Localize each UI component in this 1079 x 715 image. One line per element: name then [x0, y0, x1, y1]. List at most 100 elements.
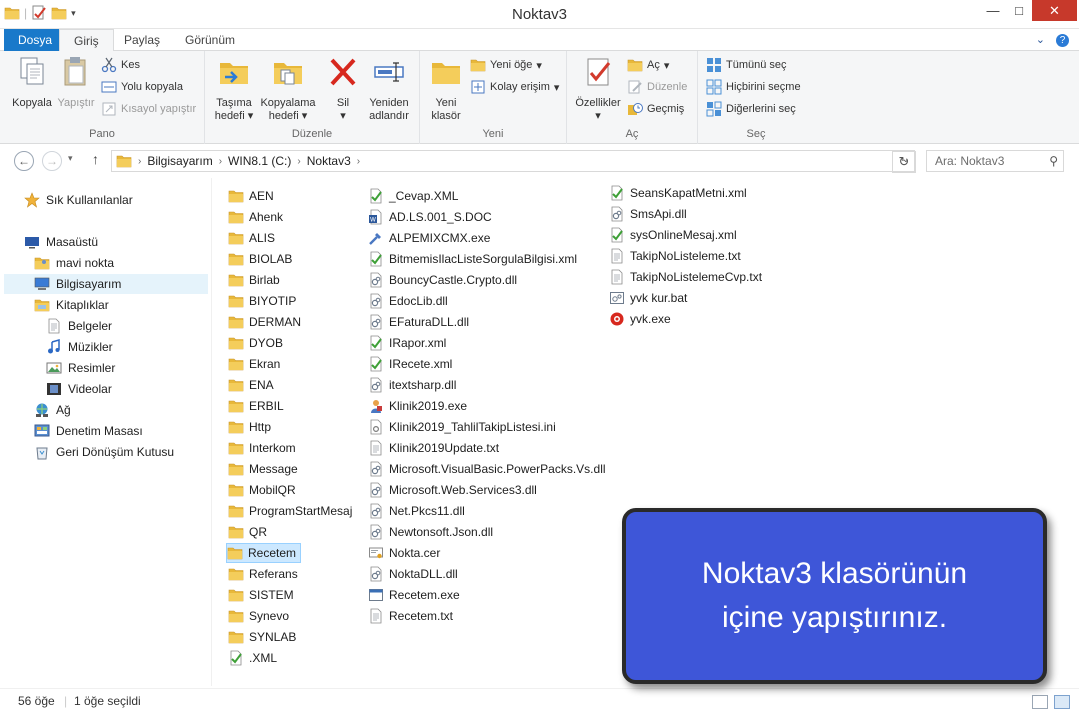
file-item[interactable]: Recetem.txt [368, 606, 453, 626]
folder-item[interactable]: Ahenk [228, 207, 283, 227]
chevron-right-icon[interactable]: › [357, 156, 360, 167]
back-button[interactable]: ← [14, 151, 34, 171]
address-bar[interactable]: › Bilgisayarım › WIN8.1 (C:) › Noktav3 ›… [111, 150, 915, 172]
open-button[interactable]: Aç ▾ [627, 55, 669, 75]
invert-selection-button[interactable]: Diğerlerini seç [706, 99, 796, 119]
search-input[interactable]: Ara: Noktav3 ⚲ [926, 150, 1064, 172]
select-all-button[interactable]: Tümünü seç [706, 55, 787, 75]
folder-item[interactable]: BIOLAB [228, 249, 292, 269]
forward-button[interactable]: → [42, 151, 62, 171]
file-item[interactable]: itextsharp.dll [368, 375, 456, 395]
file-item[interactable]: yvk kur.bat [609, 288, 687, 308]
breadcrumb-folder[interactable]: Noktav3 [307, 154, 351, 168]
file-item[interactable]: IRapor.xml [368, 333, 446, 353]
file-item[interactable]: .XML [228, 648, 277, 668]
move-to-button[interactable]: Taşıma hedefi ▾ [209, 55, 259, 123]
file-item[interactable]: Klinik2019_TahlilTakipListesi.ini [368, 417, 556, 437]
minimize-button[interactable]: — [980, 0, 1006, 21]
folder-item[interactable]: Http [228, 417, 271, 437]
copy-path-button[interactable]: Yolu kopyala [101, 77, 183, 97]
folder-item[interactable]: Ekran [228, 354, 280, 374]
folder-item[interactable]: Interkom [228, 438, 296, 458]
recent-locations-icon[interactable]: ▾ [68, 153, 73, 164]
file-item[interactable]: SeansKapatMetni.xml [609, 183, 747, 203]
tab-share[interactable]: Paylaş [110, 29, 174, 51]
folder-item[interactable]: SISTEM [228, 585, 294, 605]
easy-access-button[interactable]: Kolay erişim ▾ [470, 77, 559, 97]
folder-item[interactable]: DERMAN [228, 312, 301, 332]
select-none-button[interactable]: Hiçbirini seçme [706, 77, 801, 97]
cut-button[interactable]: Kes [101, 55, 140, 75]
nav-recycle-bin[interactable]: Geri Dönüşüm Kutusu [34, 442, 174, 462]
help-icon[interactable]: ? [1056, 34, 1069, 47]
file-item[interactable]: Net.Pkcs11.dll [368, 501, 465, 521]
ribbon-expand-icon[interactable]: ⌄ [1036, 34, 1045, 46]
folder-item[interactable]: DYOB [228, 333, 283, 353]
nav-control-panel[interactable]: Denetim Masası [34, 421, 143, 441]
folder-item[interactable]: SYNLAB [228, 627, 296, 647]
refresh-button[interactable]: ↻ [892, 151, 916, 173]
nav-desktop[interactable]: Masaüstü [24, 232, 98, 252]
file-item[interactable]: TakipNoListelemeCvp.txt [609, 267, 762, 287]
folder-item[interactable]: ERBIL [228, 396, 284, 416]
nav-favorites[interactable]: Sık Kullanılanlar [24, 190, 133, 210]
folder-item[interactable]: AEN [228, 186, 274, 206]
file-item[interactable]: EFaturaDLL.dll [368, 312, 469, 332]
file-item[interactable]: Nokta.cer [368, 543, 440, 563]
paste-button[interactable]: Yapıştır [54, 55, 98, 110]
file-item[interactable]: EdocLib.dll [368, 291, 448, 311]
chevron-right-icon[interactable]: › [138, 156, 141, 167]
nav-network[interactable]: Ağ [34, 400, 71, 420]
rename-button[interactable]: Yeniden adlandır [363, 55, 415, 123]
file-item[interactable]: Microsoft.Web.Services3.dll [368, 480, 537, 500]
delete-button[interactable]: Sil ▾ [323, 55, 363, 123]
folder-item[interactable]: QR [228, 522, 267, 542]
folder-item[interactable]: MobilQR [228, 480, 296, 500]
tab-file[interactable]: Dosya [4, 29, 67, 51]
folder-item[interactable]: Synevo [228, 606, 289, 626]
copy-to-button[interactable]: Kopyalama hedefi ▾ [257, 55, 319, 123]
new-item-button[interactable]: Yeni öğe ▾ [470, 55, 542, 75]
file-item[interactable]: TakipNoListeleme.txt [609, 246, 741, 266]
breadcrumb-drive[interactable]: WIN8.1 (C:) [228, 154, 291, 168]
file-item[interactable]: Recetem.exe [368, 585, 460, 605]
history-button[interactable]: Geçmiş [627, 99, 684, 119]
folder-item[interactable]: ProgramStartMesaj [228, 501, 352, 521]
folder-item[interactable]: BIYOTIP [228, 291, 296, 311]
folder-item[interactable]: ENA [228, 375, 274, 395]
folder-item[interactable]: Birlab [228, 270, 280, 290]
file-item[interactable]: yvk.exe [609, 309, 671, 329]
nav-libraries[interactable]: Kitaplıklar [34, 295, 109, 315]
file-item[interactable]: ALPEMIXCMX.exe [368, 228, 490, 248]
nav-videos[interactable]: Videolar [46, 379, 112, 399]
nav-music[interactable]: Müzikler [46, 337, 113, 357]
file-item[interactable]: sysOnlineMesaj.xml [609, 225, 737, 245]
file-item[interactable]: Microsoft.VisualBasic.PowerPacks.Vs.dll [368, 459, 606, 479]
search-icon[interactable]: ⚲ [1049, 151, 1058, 171]
paste-shortcut-button[interactable]: Kısayol yapıştır [101, 99, 196, 119]
nav-documents[interactable]: Belgeler [46, 316, 112, 336]
copy-button[interactable]: Kopyala [10, 55, 54, 110]
folder-item[interactable]: Message [228, 459, 298, 479]
new-folder-button[interactable]: Yeni klasör [424, 55, 468, 123]
folder-item[interactable]: Referans [228, 564, 298, 584]
file-item[interactable]: BitmemisIlacListeSorgulaBilgisi.xml [368, 249, 577, 269]
up-arrow-icon[interactable]: ↑ [92, 151, 99, 167]
chevron-right-icon[interactable]: › [219, 156, 222, 167]
file-item[interactable]: Klinik2019Update.txt [368, 438, 499, 458]
maximize-button[interactable]: □ [1006, 0, 1032, 21]
chevron-right-icon[interactable]: › [297, 156, 300, 167]
tab-home[interactable]: Giriş [59, 29, 114, 52]
properties-button[interactable]: Özellikler ▾ [569, 55, 627, 123]
file-item[interactable]: NoktaDLL.dll [368, 564, 458, 584]
file-item[interactable]: IRecete.xml [368, 354, 452, 374]
edit-button[interactable]: Düzenle [627, 77, 687, 97]
file-item[interactable]: AD.LS.001_S.DOC [368, 207, 492, 227]
nav-user-folder[interactable]: mavi nokta [34, 253, 114, 273]
large-icons-view-icon[interactable] [1054, 695, 1070, 709]
file-item[interactable]: Newtonsoft.Json.dll [368, 522, 493, 542]
file-item[interactable]: SmsApi.dll [609, 204, 687, 224]
details-view-icon[interactable] [1032, 695, 1048, 709]
file-item[interactable]: BouncyCastle.Crypto.dll [368, 270, 517, 290]
nav-computer[interactable]: Bilgisayarım [4, 274, 208, 294]
